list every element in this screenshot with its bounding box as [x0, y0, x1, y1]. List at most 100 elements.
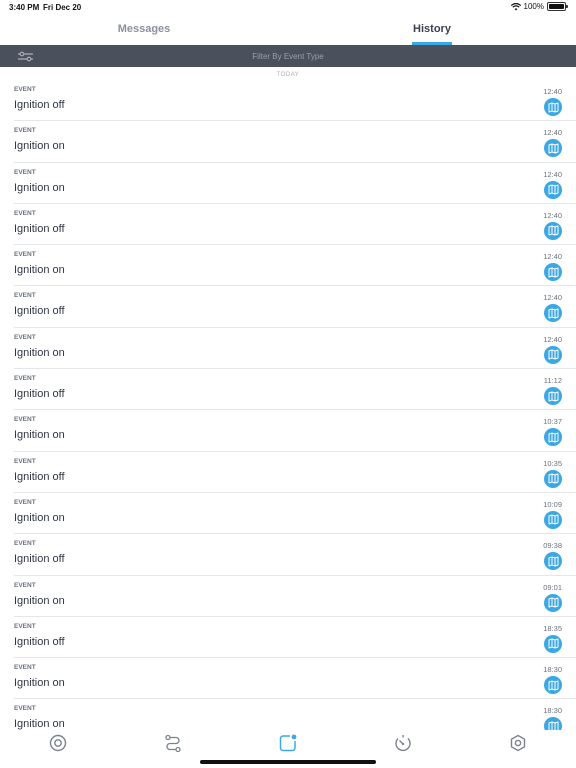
- map-icon: [548, 267, 558, 278]
- event-type-label: EVENT: [14, 251, 36, 259]
- wifi-icon: [510, 2, 521, 10]
- event-type-label: EVENT: [14, 86, 36, 93]
- map-button[interactable]: [544, 98, 562, 116]
- event-title: Ignition off: [14, 388, 65, 401]
- target-circle-icon: [49, 734, 66, 752]
- event-type-label: EVENT: [14, 705, 36, 713]
- event-row[interactable]: EVENT Ignition on 12:40: [14, 328, 576, 370]
- event-row[interactable]: EVENT Ignition on 09:01: [14, 576, 576, 617]
- event-title: Ignition on: [14, 140, 65, 153]
- event-time: 18:35: [543, 623, 562, 633]
- battery-icon: [547, 2, 568, 11]
- event-row[interactable]: EVENT Ignition on 18:30: [14, 658, 576, 700]
- bottom-nav: [0, 730, 576, 756]
- nav-settings[interactable]: [506, 731, 530, 755]
- map-icon: [548, 349, 558, 360]
- map-button[interactable]: [544, 221, 562, 240]
- tab-bar: Messages History: [0, 14, 576, 45]
- map-icon: [548, 432, 558, 443]
- event-type-label: EVENT: [14, 416, 36, 424]
- event-time: 12:40: [543, 252, 562, 262]
- route-icon: [165, 734, 181, 752]
- event-row[interactable]: EVENT Ignition off 12:40: [14, 286, 576, 328]
- event-row[interactable]: EVENT Ignition off 09:38: [14, 534, 576, 576]
- map-button[interactable]: [544, 634, 562, 653]
- map-icon: [548, 225, 558, 236]
- nav-trips[interactable]: [161, 731, 185, 755]
- tab-messages[interactable]: Messages: [0, 14, 288, 45]
- map-button[interactable]: [544, 387, 562, 406]
- event-title: Ignition off: [14, 635, 65, 648]
- status-date: Fri Dec 20: [43, 3, 82, 12]
- event-type-label: EVENT: [14, 498, 36, 506]
- map-icon: [548, 308, 558, 319]
- event-time: 18:30: [543, 706, 562, 716]
- hexagon-settings-icon: [511, 734, 526, 752]
- map-icon: [548, 597, 558, 608]
- event-time: 12:40: [543, 293, 562, 303]
- event-row[interactable]: EVENT Ignition on 10:37: [14, 410, 576, 452]
- map-button[interactable]: [544, 263, 562, 282]
- map-icon: [548, 680, 558, 691]
- notification-square-icon: [279, 734, 297, 752]
- event-row[interactable]: EVENT Ignition off 18:35: [14, 617, 576, 659]
- map-button[interactable]: [544, 139, 562, 158]
- map-icon: [548, 514, 558, 525]
- battery-percent: 100%: [523, 2, 544, 11]
- map-button[interactable]: [544, 593, 562, 612]
- map-icon: [548, 721, 558, 730]
- map-button[interactable]: [544, 428, 562, 447]
- event-type-label: EVENT: [14, 127, 36, 135]
- speedometer-icon: [395, 735, 411, 752]
- nav-speed[interactable]: [391, 731, 415, 755]
- event-row[interactable]: EVENT Ignition on 12:40: [14, 121, 576, 163]
- event-title: Ignition on: [14, 346, 65, 359]
- map-icon: [548, 473, 558, 484]
- event-title: Ignition on: [14, 429, 65, 442]
- event-title: Ignition off: [14, 305, 65, 318]
- map-button[interactable]: [544, 304, 562, 323]
- event-row[interactable]: EVENT Ignition off 12:40: [14, 80, 576, 122]
- event-row[interactable]: EVENT Ignition off 10:35: [14, 452, 576, 493]
- event-type-label: EVENT: [14, 375, 36, 383]
- event-time: 10:09: [543, 499, 562, 509]
- map-button[interactable]: [544, 552, 562, 571]
- map-icon: [548, 391, 558, 402]
- day-header: TODAY: [276, 72, 300, 78]
- map-button[interactable]: [544, 345, 562, 364]
- event-row[interactable]: EVENT Ignition on 12:40: [14, 163, 576, 204]
- event-title: Ignition on: [14, 511, 65, 524]
- event-row[interactable]: EVENT Ignition on 18:30: [14, 699, 576, 730]
- tab-history[interactable]: History: [288, 14, 576, 45]
- map-button[interactable]: [544, 180, 562, 199]
- map-button[interactable]: [544, 676, 562, 695]
- event-time: 12:40: [543, 128, 562, 138]
- event-title: Ignition on: [14, 718, 65, 730]
- event-type-label: EVENT: [14, 209, 36, 217]
- event-type-label: EVENT: [14, 292, 36, 300]
- event-type-label: EVENT: [14, 457, 36, 465]
- nav-dashboard[interactable]: [46, 731, 70, 755]
- event-title: Ignition on: [14, 594, 65, 607]
- event-row[interactable]: EVENT Ignition on 12:40: [14, 245, 576, 287]
- event-type-label: EVENT: [14, 540, 36, 548]
- event-list[interactable]: EVENT Ignition off 12:40 EVENT Ignition on 12…: [0, 80, 576, 730]
- event-type-label: EVENT: [14, 168, 36, 176]
- map-icon: [548, 638, 558, 649]
- event-time: 18:30: [543, 665, 562, 675]
- event-time: 11:12: [543, 376, 562, 386]
- map-button[interactable]: [544, 717, 562, 730]
- event-time: 12:40: [543, 169, 562, 179]
- event-row[interactable]: EVENT Ignition off 12:40: [14, 204, 576, 246]
- event-title: Ignition off: [14, 222, 65, 235]
- status-right: 100%: [510, 2, 568, 11]
- event-time: 09:01: [543, 582, 562, 592]
- nav-messages[interactable]: [276, 731, 300, 755]
- filter-bar[interactable]: Filter By Event Type: [0, 45, 576, 67]
- map-button[interactable]: [544, 469, 562, 488]
- event-row[interactable]: EVENT Ignition on 10:09: [14, 493, 576, 535]
- event-row[interactable]: EVENT Ignition off 11:12: [14, 369, 576, 411]
- map-icon: [548, 184, 558, 195]
- home-indicator[interactable]: [200, 760, 376, 764]
- map-button[interactable]: [544, 510, 562, 529]
